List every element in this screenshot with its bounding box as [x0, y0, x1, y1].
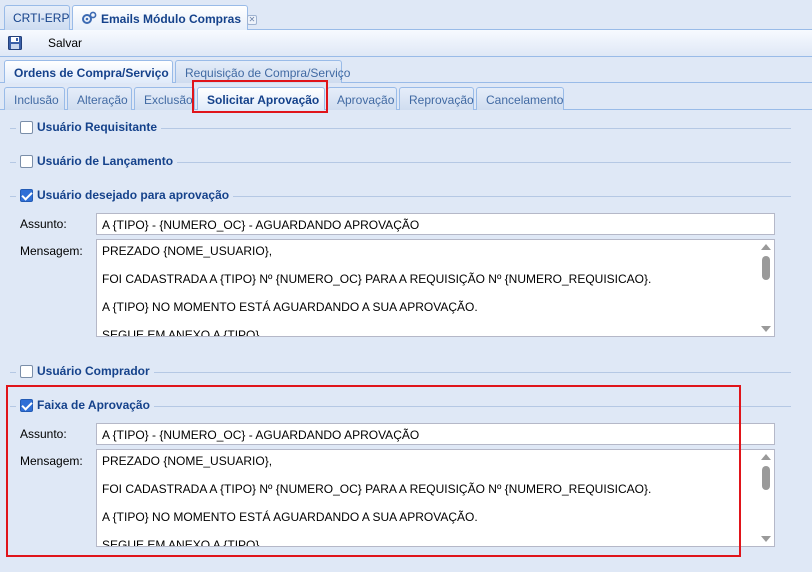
fieldset-usuario-desejado-legend[interactable]: Usuário desejado para aprovação	[16, 188, 234, 202]
usuario-comprador-label: Usuário Comprador	[37, 364, 150, 378]
scroll-down-arrow-icon[interactable]	[761, 536, 771, 542]
mensagem-scrollbar[interactable]	[758, 450, 774, 546]
usuario-requisitante-label: Usuário Requisitante	[37, 120, 158, 134]
tab-exclusao[interactable]: Exclusão	[134, 87, 195, 110]
tab-inclusao[interactable]: Inclusão	[4, 87, 65, 110]
toolbar: Salvar	[0, 30, 812, 57]
scroll-down-arrow-icon[interactable]	[761, 326, 771, 332]
fieldset-usuario-desejado: Usuário desejado para aprovação Assunto:…	[10, 188, 791, 354]
fieldset-faixa-aprovacao-legend[interactable]: Faixa de Aprovação	[16, 398, 154, 412]
checkbox-faixa-aprovacao[interactable]	[20, 398, 33, 412]
mensagem-line: SEGUE EM ANEXO A {TIPO}.	[102, 328, 263, 337]
mensagem-label: Mensagem:	[20, 244, 83, 258]
tab-crti-erp-label: CRTI-ERP	[13, 11, 70, 25]
tab-alteracao[interactable]: Alteração	[67, 87, 132, 110]
usuario-desejado-label: Usuário desejado para aprovação	[37, 188, 230, 202]
sub-tab-strip: Inclusão Alteração Exclusão Solicitar Ap…	[0, 83, 812, 111]
tab-cancelamento[interactable]: Cancelamento	[476, 87, 564, 110]
fieldset-usuario-lancamento: Usuário de Lançamento	[10, 154, 791, 168]
tab-solicitar-aprovacao[interactable]: Solicitar Aprovação	[197, 87, 325, 111]
fieldset-usuario-requisitante-legend[interactable]: Usuário Requisitante	[16, 120, 162, 134]
tab-emails-modulo-compras[interactable]: Emails Módulo Compras ✕	[72, 5, 258, 31]
fieldset-usuario-lancamento-legend[interactable]: Usuário de Lançamento	[16, 154, 178, 168]
mensagem-line: FOI CADASTRADA A {TIPO} Nº {NUMERO_OC} P…	[102, 482, 652, 496]
tab-reprovacao[interactable]: Reprovação	[399, 87, 474, 110]
scroll-up-arrow-icon[interactable]	[761, 244, 771, 250]
gears-icon	[82, 11, 97, 24]
tab-alteracao-label: Alteração	[77, 93, 128, 107]
tab-inclusao-label: Inclusão	[14, 93, 59, 107]
mensagem-line: PREZADO {NOME_USUARIO},	[102, 454, 273, 468]
save-button[interactable]: Salvar	[4, 33, 88, 53]
app-tab-strip: CRTI-ERP Emails Módulo Compras ✕	[0, 0, 812, 31]
content-panel: Usuário Requisitante Usuário de Lançamen…	[0, 110, 812, 572]
mensagem-textarea[interactable]: PREZADO {NOME_USUARIO}, FOI CADASTRADA A…	[96, 239, 775, 337]
fieldset-usuario-comprador-legend[interactable]: Usuário Comprador	[16, 364, 154, 378]
tab-reprovacao-label: Reprovação	[409, 93, 474, 107]
tab-requisicao-de-compra[interactable]: Requisição de Compra/Serviço	[175, 60, 350, 83]
mensagem-scrollbar[interactable]	[758, 240, 774, 336]
tab-emails-label: Emails Módulo Compras	[101, 12, 242, 26]
mensagem-line: FOI CADASTRADA A {TIPO} Nº {NUMERO_OC} P…	[102, 272, 652, 286]
checkbox-usuario-requisitante[interactable]	[20, 120, 33, 134]
close-icon[interactable]: ✕	[247, 15, 258, 25]
tab-aprovacao-label: Aprovação	[337, 93, 395, 107]
tab-ordens-label: Ordens de Compra/Serviço	[14, 66, 169, 80]
fieldset-faixa-aprovacao: Faixa de Aprovação Assunto: A {TIPO} - {…	[10, 398, 791, 564]
assunto-label: Assunto:	[20, 217, 67, 231]
tab-solicitar-aprovacao-label: Solicitar Aprovação	[207, 93, 320, 107]
assunto-label: Assunto:	[20, 427, 67, 441]
save-button-label: Salvar	[48, 36, 83, 50]
main-tab-strip: Ordens de Compra/Serviço Requisição de C…	[0, 57, 812, 84]
tab-cancelamento-label: Cancelamento	[486, 93, 564, 107]
checkbox-usuario-desejado[interactable]	[20, 188, 33, 202]
mensagem-line: A {TIPO} NO MOMENTO ESTÁ AGUARDANDO A SU…	[102, 300, 478, 314]
scroll-thumb[interactable]	[762, 466, 770, 490]
checkbox-usuario-lancamento[interactable]	[20, 154, 33, 168]
checkbox-usuario-comprador[interactable]	[20, 364, 33, 378]
scroll-thumb[interactable]	[762, 256, 770, 280]
assunto-input[interactable]: A {TIPO} - {NUMERO_OC} - AGUARDANDO APRO…	[96, 213, 775, 235]
tab-crti-erp[interactable]: CRTI-ERP	[4, 5, 70, 30]
usuario-lancamento-label: Usuário de Lançamento	[37, 154, 174, 168]
tab-requisicao-label: Requisição de Compra/Serviço	[185, 66, 351, 80]
tab-ordens-de-compra[interactable]: Ordens de Compra/Serviço	[4, 60, 173, 84]
fieldset-usuario-requisitante: Usuário Requisitante	[10, 120, 791, 134]
tab-exclusao-label: Exclusão	[144, 93, 193, 107]
fieldset-usuario-comprador: Usuário Comprador	[10, 364, 791, 378]
assunto-input[interactable]: A {TIPO} - {NUMERO_OC} - AGUARDANDO APRO…	[96, 423, 775, 445]
mensagem-line: PREZADO {NOME_USUARIO},	[102, 244, 273, 258]
mensagem-label: Mensagem:	[20, 454, 83, 468]
mensagem-line: SEGUE EM ANEXO A {TIPO}.	[102, 538, 263, 547]
mensagem-line: A {TIPO} NO MOMENTO ESTÁ AGUARDANDO A SU…	[102, 510, 478, 524]
floppy-disk-icon	[8, 36, 22, 50]
mensagem-textarea[interactable]: PREZADO {NOME_USUARIO}, FOI CADASTRADA A…	[96, 449, 775, 547]
faixa-aprovacao-label: Faixa de Aprovação	[37, 398, 150, 412]
scroll-up-arrow-icon[interactable]	[761, 454, 771, 460]
tab-aprovacao[interactable]: Aprovação	[327, 87, 397, 110]
